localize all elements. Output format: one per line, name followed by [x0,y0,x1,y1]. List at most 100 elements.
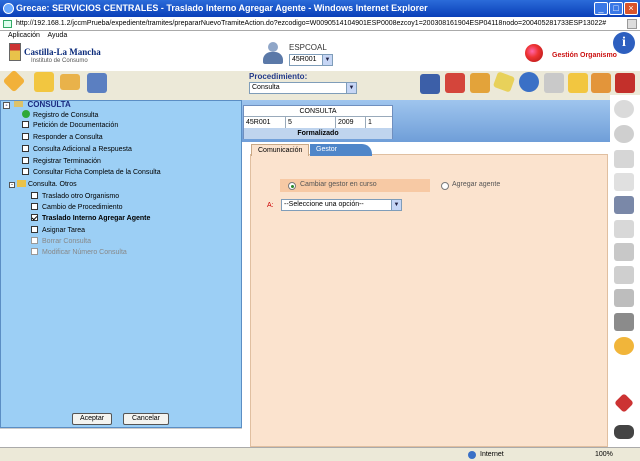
go-button[interactable] [627,19,637,29]
maximize-button[interactable]: □ [609,2,623,15]
minimize-button[interactable]: _ [594,2,608,15]
tree-subitem-asignar[interactable]: Asignar Tarea [31,226,85,236]
tree-item-label: Cambio de Procedimiento [42,204,123,211]
address-bar[interactable]: http://192.168.1.2/jccmPrueba/expediente… [0,17,640,31]
folder-icon[interactable] [60,74,80,90]
documents-icon[interactable] [614,150,634,168]
procedimiento-select[interactable]: Consulta ▼ [249,82,357,94]
checkbox[interactable] [22,133,29,140]
radio-agregar-agente[interactable] [441,182,449,190]
checkbox-checked[interactable] [31,214,38,221]
stack-icon[interactable] [614,289,634,307]
tree-item-label: Registrar Terminación [33,158,101,165]
tree-root[interactable]: - CONSULTA [3,100,71,110]
collapse-icon[interactable]: - [3,102,10,109]
chevron-down-icon: ▼ [346,83,356,93]
collapse-icon[interactable]: - [9,182,15,188]
tree-item-terminacion[interactable]: Registrar Terminación [22,157,101,167]
consulta-status: Formalizado [244,128,392,139]
org-name: Castilla-La Mancha [24,47,101,57]
tree-root-label: CONSULTA [27,100,71,109]
menu-aplicacion[interactable]: Aplicación [8,32,40,39]
tree-item-adicional[interactable]: Consulta Adicional a Respuesta [22,145,132,155]
document-stack-icon[interactable] [470,73,490,93]
user-group-label: ESPCOAL [289,43,327,52]
tree-subitem-traslado-interno[interactable]: Traslado Interno Agregar Agente [31,214,150,224]
tree-subitem-traslado-otro[interactable]: Traslado otro Organismo [31,192,119,202]
tree-subitem-borrar: Borrar Consulta [31,237,91,247]
print-preview-icon[interactable] [614,243,634,261]
cancelar-button[interactable]: Cancelar [123,413,169,425]
tree-item-label: Registro de Consulta [33,112,99,119]
checkbox[interactable] [22,168,29,175]
tree-folder-label: Consulta. Otros [28,181,77,188]
books-icon[interactable] [445,73,465,93]
back-arrow-icon[interactable] [614,125,634,143]
tree-folder-otros[interactable]: - Consulta. Otros [9,180,77,190]
status-bar: Internet 100% [0,447,640,461]
zoom-icon[interactable] [614,100,634,118]
tools-icon[interactable] [591,73,611,93]
globe-icon[interactable] [519,72,539,92]
printer-icon[interactable] [614,313,634,331]
car-icon[interactable] [614,425,634,439]
edit-icon[interactable] [2,69,26,93]
checkbox[interactable] [22,121,29,128]
tree-item-peticion[interactable]: Petición de Documentación [22,121,118,131]
info-icon[interactable]: i [613,32,635,54]
radio-cambiar-label[interactable]: Cambiar gestor en curso [300,181,377,188]
user-icon [268,42,278,52]
consulta-cell-number: 5 [286,117,336,128]
agente-select-placeholder: --Seleccione una opción-- [284,201,364,208]
checkbox-disabled [31,248,38,255]
coat-of-arms-icon [9,43,21,61]
consulta-header: CONSULTA [244,106,392,117]
notes-icon[interactable] [614,173,634,191]
search-magnifier-icon[interactable] [544,73,564,93]
checkbox[interactable] [22,157,29,164]
pages-icon[interactable] [614,220,634,238]
procedimiento-value: Consulta [252,84,280,91]
consulta-cell-seq: 1 [366,117,392,128]
settings-gear-icon[interactable] [614,337,634,355]
menu-ayuda[interactable]: Ayuda [47,32,67,39]
checkbox[interactable] [31,192,38,199]
chevron-down-icon: ▼ [391,200,401,210]
checkbox[interactable] [22,145,29,152]
checkbox[interactable] [31,226,38,233]
tree-item-ficha[interactable]: Consultar Ficha Completa de la Consulta [22,168,161,178]
globe-icon [468,451,476,459]
tree-item-label: Petición de Documentación [33,122,119,129]
tree-subitem-cambio-procedimiento[interactable]: Cambio de Procedimiento [31,203,123,213]
floppy-icon[interactable] [614,196,634,214]
window-title: Grecae: SERVICIOS CENTRALES - Traslado I… [16,3,428,13]
paperclip-icon[interactable] [614,266,634,284]
tree-item-label: Traslado otro Organismo [42,193,120,200]
folder-docs-icon[interactable] [34,72,54,92]
gear-icon[interactable] [568,73,588,93]
tab-gestor[interactable]: Gestor [310,144,372,156]
radio-agregar-label[interactable]: Agregar agente [452,181,500,188]
tree-item-label: Consultar Ficha Completa de la Consulta [33,169,161,176]
laptop-icon[interactable] [420,74,440,94]
save-disk-icon[interactable] [87,73,107,93]
page-icon [3,20,12,28]
gestion-organismo-icon[interactable] [525,44,543,62]
status-zoom[interactable]: 100% [595,448,613,461]
checkbox[interactable] [31,203,38,210]
close-button[interactable]: × [624,2,638,15]
tree-item-responder[interactable]: Responder a Consulta [22,133,103,143]
radio-cambiar-gestor[interactable] [288,182,296,190]
tag-icon[interactable] [492,71,516,93]
procedimiento-label: Procedimiento: [249,72,308,81]
tab-comunicacion[interactable]: Comunicación [251,144,310,156]
exit-icon[interactable] [615,73,635,93]
user-unit-select[interactable]: 45R001 ▼ [289,54,333,66]
aceptar-button[interactable]: Aceptar [72,413,112,425]
gestion-organismo-label[interactable]: Gestión Organismo [552,52,617,59]
address-url[interactable]: http://192.168.1.2/jccmPrueba/expediente… [16,20,606,27]
window-title-bar: Grecae: SERVICIOS CENTRALES - Traslado I… [0,0,640,17]
tree-item-registro[interactable]: Registro de Consulta [22,110,98,121]
agente-select[interactable]: --Seleccione una opción-- ▼ [281,199,402,211]
chevron-down-icon: ▼ [322,55,332,65]
